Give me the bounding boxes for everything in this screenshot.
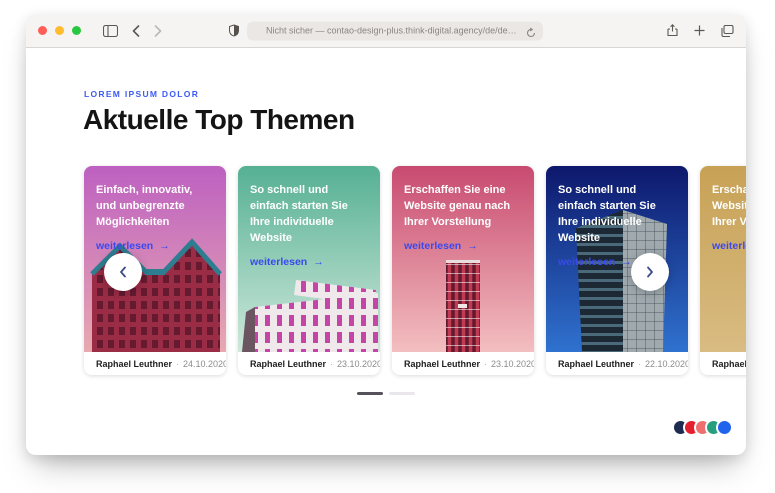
carousel-pagination [357, 392, 415, 395]
sidebar-toggle-icon[interactable] [103, 25, 118, 37]
tab-overview-icon[interactable] [721, 25, 734, 37]
card-author: Raphael Leuthner [250, 359, 326, 369]
arrow-right-icon: → [621, 256, 632, 268]
chevron-right-icon [646, 266, 654, 278]
read-more-link[interactable]: weiterlesen→ [250, 256, 324, 268]
reload-icon[interactable] [526, 25, 536, 43]
card-title: So schnell und einfach starten Sie Ihre … [558, 183, 676, 247]
page-title: Aktuelle Top Themen [83, 104, 355, 136]
read-more-link[interactable]: weiterlesen→ [404, 240, 478, 252]
back-icon[interactable] [132, 25, 140, 37]
card-title: Erschaffen Sie eine Website genau nach I… [712, 183, 746, 231]
card-author: Raphael Leuthner [558, 359, 634, 369]
new-tab-icon[interactable] [694, 25, 705, 36]
address-text: Nicht sicher — contao-design-plus.think-… [266, 26, 524, 36]
news-card[interactable]: So schnell und einfach starten Sie Ihre … [238, 166, 380, 375]
card-title: So schnell und einfach starten Sie Ihre … [250, 183, 368, 247]
carousel-prev-button[interactable] [104, 253, 142, 291]
card-date: 23.10.2020 [337, 359, 380, 369]
arrow-right-icon: → [313, 256, 324, 268]
card-date: 22.10.2020 [645, 359, 688, 369]
carousel-next-button[interactable] [631, 253, 669, 291]
card-footer: Raphael Leuthner · 23.10.2020 [392, 352, 534, 375]
minimize-window-button[interactable] [55, 26, 64, 35]
card-date: 23.10.2020 [491, 359, 534, 369]
card-date: 24.10.2020 [183, 359, 226, 369]
building-photo-white-angular [238, 278, 380, 352]
read-more-link[interactable]: weiterlesen→ [96, 240, 170, 252]
news-card[interactable]: Erschaffen Sie eine Website genau nach I… [392, 166, 534, 375]
browser-window: Nicht sicher — contao-design-plus.think-… [26, 14, 746, 455]
page-content: LOREM IPSUM DOLOR Aktuelle Top Themen Ei… [26, 48, 746, 454]
browser-titlebar: Nicht sicher — contao-design-plus.think-… [26, 14, 746, 48]
arrow-right-icon: → [467, 240, 478, 252]
card-footer: Raphael Leuthner · 24.10.2020 [84, 352, 226, 375]
card-title: Erschaffen Sie eine Website genau nach I… [404, 183, 522, 231]
section-eyebrow: LOREM IPSUM DOLOR [84, 89, 199, 99]
read-more-link[interactable]: weiterlesen→ [712, 240, 746, 252]
card-footer: Raphael Leuthner [700, 352, 746, 375]
card-footer: Raphael Leuthner · 22.10.2020 [546, 352, 688, 375]
forward-icon[interactable] [154, 25, 162, 37]
building-photo-red-tower [392, 256, 534, 352]
share-icon[interactable] [667, 24, 678, 37]
card-author: Raphael Leuthner [404, 359, 480, 369]
zoom-window-button[interactable] [72, 26, 81, 35]
card-footer: Raphael Leuthner · 23.10.2020 [238, 352, 380, 375]
news-card[interactable]: Erschaffen Sie eine Website genau nach I… [700, 166, 746, 375]
address-bar[interactable]: Nicht sicher — contao-design-plus.think-… [247, 21, 543, 40]
logo-circle [716, 419, 733, 436]
chevron-left-icon [119, 266, 127, 278]
read-more-link[interactable]: weiterlesen→ [558, 256, 632, 268]
card-author: Raphael Leuthner [712, 359, 746, 369]
privacy-shield-icon[interactable] [229, 25, 239, 37]
arrow-right-icon: → [159, 240, 170, 252]
close-window-button[interactable] [38, 26, 47, 35]
pagination-bar[interactable] [389, 392, 415, 395]
brand-logo-circles[interactable] [672, 419, 733, 436]
card-author: Raphael Leuthner [96, 359, 172, 369]
card-title: Einfach, innovativ, und unbegrenzte Mögl… [96, 183, 214, 231]
pagination-bar-active[interactable] [357, 392, 383, 395]
